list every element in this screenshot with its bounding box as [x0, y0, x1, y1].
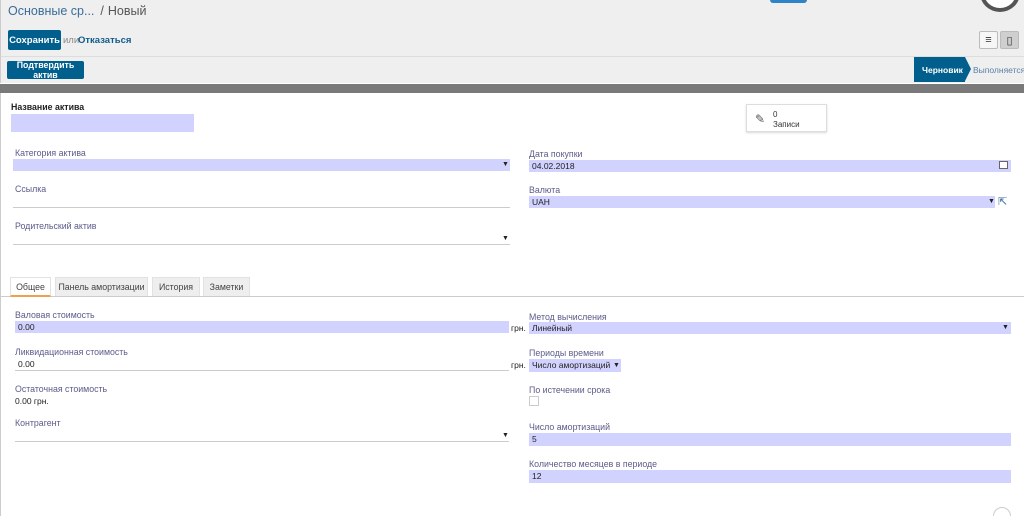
time-method-label: Периоды времени: [529, 348, 604, 358]
parent-asset-select[interactable]: [13, 232, 510, 245]
form-view-button[interactable]: ▯: [1000, 31, 1019, 49]
residual-value: 0.00 грн.: [15, 396, 49, 406]
tab-general[interactable]: Общее: [10, 277, 51, 297]
method-label: Метод вычисления: [529, 312, 607, 322]
purchase-date-input[interactable]: 04.02.2018: [529, 160, 1011, 172]
stage-running[interactable]: Выполняется: [973, 65, 1024, 75]
or-text: или: [63, 35, 80, 46]
depreciation-number-label: Число амортизаций: [529, 422, 611, 432]
reference-input[interactable]: [13, 195, 510, 208]
time-method-select[interactable]: Число амортизаций: [529, 359, 621, 372]
stage-arrow-icon: [965, 57, 971, 81]
list-view-button[interactable]: ≡: [979, 31, 998, 49]
months-period-input[interactable]: 12: [529, 470, 1011, 483]
asset-name-label: Название актива: [11, 102, 85, 112]
months-period-label: Количество месяцев в периоде: [529, 459, 658, 469]
purchase-date-label: Дата покупки: [529, 149, 583, 159]
breadcrumb-separator: /: [100, 4, 104, 18]
list-icon: ≡: [985, 34, 992, 46]
salvage-value-input[interactable]: 0.00: [15, 358, 509, 371]
prorata-label: По истечении срока: [529, 385, 611, 395]
save-button[interactable]: Сохранить: [8, 30, 61, 50]
prorata-checkbox[interactable]: [529, 396, 539, 406]
breadcrumb-parent-link[interactable]: Основные ср...: [8, 4, 94, 18]
form-sheet: [0, 93, 1024, 516]
time-method-caret-icon[interactable]: ▼: [613, 362, 620, 369]
currency-label: Валюта: [529, 185, 561, 195]
status-bar: [0, 56, 1024, 83]
category-label: Категория актива: [15, 148, 86, 158]
tab-depreciation-board[interactable]: Панель амортизации: [55, 277, 148, 296]
breadcrumb: Основные ср... / Новый: [8, 4, 146, 18]
reference-label: Ссылка: [15, 184, 47, 194]
time-method-value: Число амортизаций: [532, 360, 611, 370]
gross-value-input[interactable]: 0.00: [15, 321, 509, 333]
records-count: 0: [773, 110, 778, 119]
parent-asset-label: Родительский актив: [15, 221, 97, 231]
pencil-icon: ✎: [755, 112, 766, 126]
records-label: Записи: [773, 120, 800, 129]
partner-label: Контрагент: [15, 418, 61, 428]
top-notification-tab[interactable]: [770, 0, 807, 3]
partner-select[interactable]: [15, 429, 509, 442]
stage-draft[interactable]: Черновик: [914, 57, 965, 82]
discard-link[interactable]: Отказаться: [78, 35, 131, 46]
form-icon: ▯: [1006, 34, 1013, 47]
category-select[interactable]: [13, 159, 510, 171]
control-panel: Основные ср... / Новый Сохранить или Отказ…: [0, 0, 1024, 56]
method-caret-icon[interactable]: ▼: [1002, 324, 1009, 331]
currency-caret-icon[interactable]: ▼: [988, 198, 995, 205]
currency-select[interactable]: UAH: [529, 196, 995, 208]
category-caret-icon[interactable]: ▼: [502, 161, 509, 168]
tab-notes[interactable]: Заметки: [203, 277, 250, 296]
tab-history[interactable]: История: [152, 277, 200, 296]
notebook-tabs: Общее Панель амортизации История Заметки: [0, 277, 1024, 297]
salvage-currency-unit: грн.: [511, 360, 526, 370]
salvage-value-label: Ликвидационная стоимость: [15, 347, 128, 357]
asset-form-page: Основные ср... / Новый Сохранить или Отказ…: [0, 0, 1024, 516]
divider: [0, 84, 1024, 93]
partner-caret-icon[interactable]: ▼: [502, 432, 509, 439]
user-avatar[interactable]: [980, 0, 1020, 12]
method-select[interactable]: Линейный: [529, 322, 1011, 334]
asset-name-input[interactable]: [11, 114, 194, 132]
breadcrumb-current: Новый: [107, 4, 147, 18]
calendar-icon[interactable]: [999, 161, 1008, 169]
confirm-asset-button[interactable]: Подтвердить актив: [7, 60, 84, 80]
records-button[interactable]: ✎ 0 Записи: [746, 104, 827, 132]
depreciation-number-input[interactable]: 5: [529, 433, 1011, 446]
residual-value-label: Остаточная стоимость: [15, 384, 108, 394]
external-link-icon[interactable]: ⇱: [998, 195, 1007, 208]
parent-caret-icon[interactable]: ▼: [502, 235, 509, 242]
gross-currency-unit: грн.: [511, 323, 526, 333]
gross-value-label: Валовая стоимость: [15, 310, 95, 320]
